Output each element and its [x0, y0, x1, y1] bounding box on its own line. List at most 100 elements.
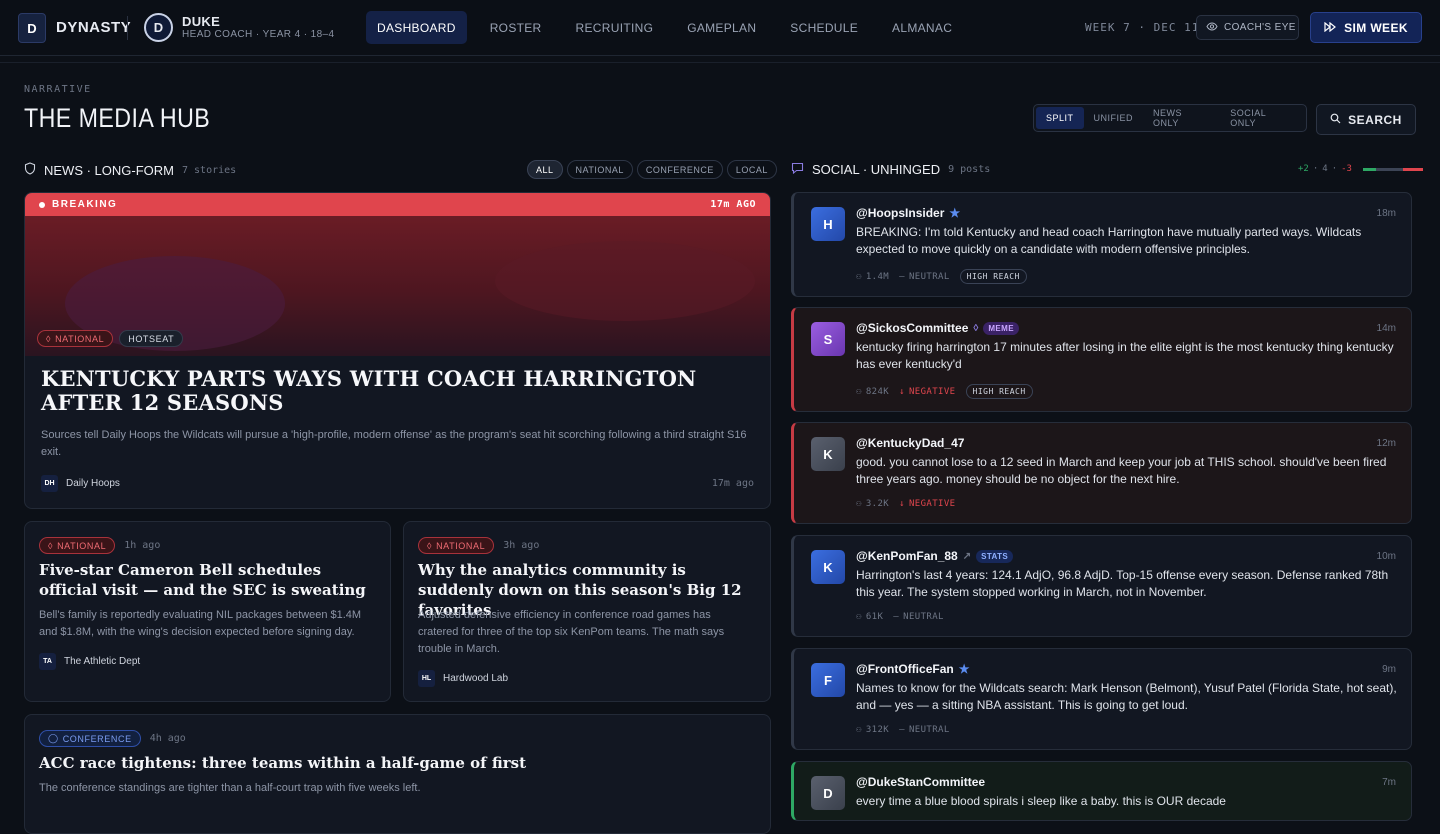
tag-label: NATIONAL	[57, 540, 107, 551]
story-title[interactable]: ACC race tightens: three teams within a …	[39, 753, 739, 773]
source-logo: TA	[39, 653, 56, 670]
post-text: Names to know for the Wildcats search: M…	[856, 681, 1397, 712]
post-handle[interactable]: @DukeStanCommittee	[856, 775, 985, 789]
nav-roster[interactable]: ROSTER	[479, 11, 553, 44]
hero-image: ◊ NATIONAL HOTSEAT	[25, 216, 770, 356]
post-time: 9m	[1382, 664, 1396, 675]
post-handle[interactable]: @FrontOfficeFan	[856, 662, 954, 676]
post-handle[interactable]: @KentuckyDad_47	[856, 436, 964, 450]
post-sentiment: NEUTRAL	[908, 271, 950, 282]
avatar[interactable]: H	[811, 207, 845, 241]
post-text: kentucky firing harrington 17 minutes af…	[856, 340, 1394, 371]
avatar[interactable]: S	[811, 322, 845, 356]
story-title[interactable]: Five-star Cameron Bell schedules officia…	[39, 560, 379, 600]
post-meta: ⚇ 312K — NEUTRAL	[856, 725, 950, 735]
filter-national[interactable]: NATIONAL	[566, 160, 633, 179]
social-post[interactable]: F @FrontOfficeFan ★ 9m Names to know for …	[791, 648, 1412, 750]
story-card[interactable]: ◊ NATIONAL 3h ago Why the analytics commu…	[403, 521, 771, 702]
sim-week-button[interactable]: SIM WEEK	[1310, 12, 1422, 43]
breaking-bar: BREAKING 17m AGO	[25, 193, 770, 216]
post-sentiment: NEGATIVE	[908, 499, 956, 509]
source-name[interactable]: Hardwood Lab	[443, 673, 508, 684]
social-post[interactable]: H @HoopsInsider ★ 18m BREAKING: I'm told …	[791, 192, 1412, 297]
filter-conference[interactable]: CONFERENCE	[636, 160, 723, 179]
stats-badge: STATS	[976, 549, 1014, 563]
news-header: NEWS · LONG-FORM 7 stories	[24, 162, 236, 178]
avatar[interactable]: F	[811, 663, 845, 697]
search-button[interactable]: SEARCH	[1316, 104, 1416, 135]
view-unified[interactable]: UNIFIED	[1084, 107, 1144, 129]
social-post[interactable]: K @KenPomFan_88 ↗ STATS 10m Harrington's l…	[791, 535, 1412, 637]
reach-badge: HIGH REACH	[965, 384, 1033, 399]
person-icon: ⚇	[856, 386, 862, 397]
header-divider	[0, 62, 1440, 63]
tag-national: ◊ NATIONAL	[418, 537, 495, 554]
tag-label: CONFERENCE	[62, 733, 132, 744]
coach-eye-label: COACH'S EYE	[1224, 22, 1296, 33]
story-card[interactable]: ◊ NATIONAL 1h ago Five-star Cameron Bell …	[24, 521, 391, 702]
shield-icon	[24, 162, 36, 178]
sim-week-label: SIM WEEK	[1344, 20, 1408, 35]
app-logo[interactable]: D	[18, 13, 46, 43]
team-badge[interactable]: D	[144, 13, 173, 42]
post-handle-row: @SickosCommittee ◊ MEME	[856, 321, 1019, 335]
divider	[127, 16, 128, 40]
coach-eye-button[interactable]: COACH'S EYE	[1196, 15, 1299, 40]
flame-icon: ◊	[48, 540, 54, 551]
source-name[interactable]: The Athletic Dept	[64, 656, 140, 667]
hero-title[interactable]: KENTUCKY PARTS WAYS WITH COACH HARRINGTO…	[41, 367, 741, 415]
view-social-only[interactable]: SOCIAL ONLY	[1220, 107, 1304, 129]
post-text: good. you cannot lose to a 12 seed in Ma…	[856, 455, 1387, 486]
tag-national: ◊ NATIONAL	[37, 330, 114, 347]
person-icon: ⚇	[856, 725, 862, 735]
story-desc: Adjusted defensive efficiency in confere…	[418, 609, 725, 655]
avatar[interactable]: K	[811, 437, 845, 471]
nav-recruiting[interactable]: RECRUITING	[565, 11, 665, 44]
shield-icon: ◯	[48, 733, 59, 743]
social-post[interactable]: D @DukeStanCommittee 7m every time a blu…	[791, 761, 1412, 821]
brand-name: DYNASTY	[56, 19, 132, 36]
view-split[interactable]: SPLIT	[1036, 107, 1084, 129]
avatar[interactable]: D	[811, 776, 845, 810]
arrow-down-icon: ↓	[899, 386, 905, 397]
source-name[interactable]: Daily Hoops	[66, 478, 120, 489]
nav-dashboard[interactable]: DASHBOARD	[366, 11, 467, 44]
filter-local[interactable]: LOCAL	[726, 160, 777, 179]
post-text: Harrington's last 4 years: 124.1 AdjO, 9…	[856, 568, 1389, 599]
hero-time: 17m ago	[711, 478, 754, 489]
post-meta: ⚇ 61K — NEUTRAL	[856, 612, 944, 622]
news-count: 7 stories	[182, 164, 237, 176]
eye-icon	[1206, 21, 1218, 34]
post-handle-row: @KenPomFan_88 ↗ STATS	[856, 549, 1014, 563]
post-followers: 61K	[865, 612, 884, 622]
story-time: 4h ago	[149, 733, 186, 744]
hero-desc: Sources tell Daily Hoops the Wildcats wi…	[41, 429, 747, 458]
filter-all[interactable]: ALL	[527, 160, 563, 179]
hero-story-card[interactable]: BREAKING 17m AGO ◊ NATIONAL HOTSEAT KENTU…	[24, 192, 771, 509]
social-post[interactable]: K @KentuckyDad_47 12m good. you cannot l…	[791, 422, 1412, 524]
post-time: 10m	[1376, 551, 1396, 562]
post-time: 7m	[1382, 777, 1396, 788]
post-handle[interactable]: @SickosCommittee	[856, 321, 968, 335]
post-handle-row: @HoopsInsider ★	[856, 206, 960, 220]
view-news-only[interactable]: NEWS ONLY	[1143, 107, 1220, 129]
sentiment-negative: -3	[1341, 164, 1352, 174]
news-label: NEWS · LONG-FORM	[44, 162, 174, 178]
story-card[interactable]: ◯ CONFERENCE 4h ago ACC race tightens: th…	[24, 714, 771, 834]
story-time: 3h ago	[503, 540, 540, 551]
nav-schedule[interactable]: SCHEDULE	[779, 11, 869, 44]
post-handle[interactable]: @KenPomFan_88	[856, 549, 958, 563]
post-followers: 1.4M	[865, 271, 890, 282]
story-desc: Bell's family is reportedly evaluating N…	[39, 609, 362, 638]
dash-icon: —	[893, 612, 900, 622]
social-post[interactable]: S @SickosCommittee ◊ MEME 14m kentucky fir…	[791, 307, 1412, 412]
post-sentiment: NEUTRAL	[903, 612, 944, 622]
nav-gameplan[interactable]: GAMEPLAN	[676, 11, 767, 44]
post-followers: 312K	[865, 725, 890, 735]
tag-conference: ◯ CONFERENCE	[39, 730, 141, 747]
nav-almanac[interactable]: ALMANAC	[881, 11, 963, 44]
flame-icon: ◊	[46, 333, 52, 344]
post-handle[interactable]: @HoopsInsider	[856, 206, 944, 220]
avatar[interactable]: K	[811, 550, 845, 584]
post-time: 14m	[1376, 323, 1396, 334]
